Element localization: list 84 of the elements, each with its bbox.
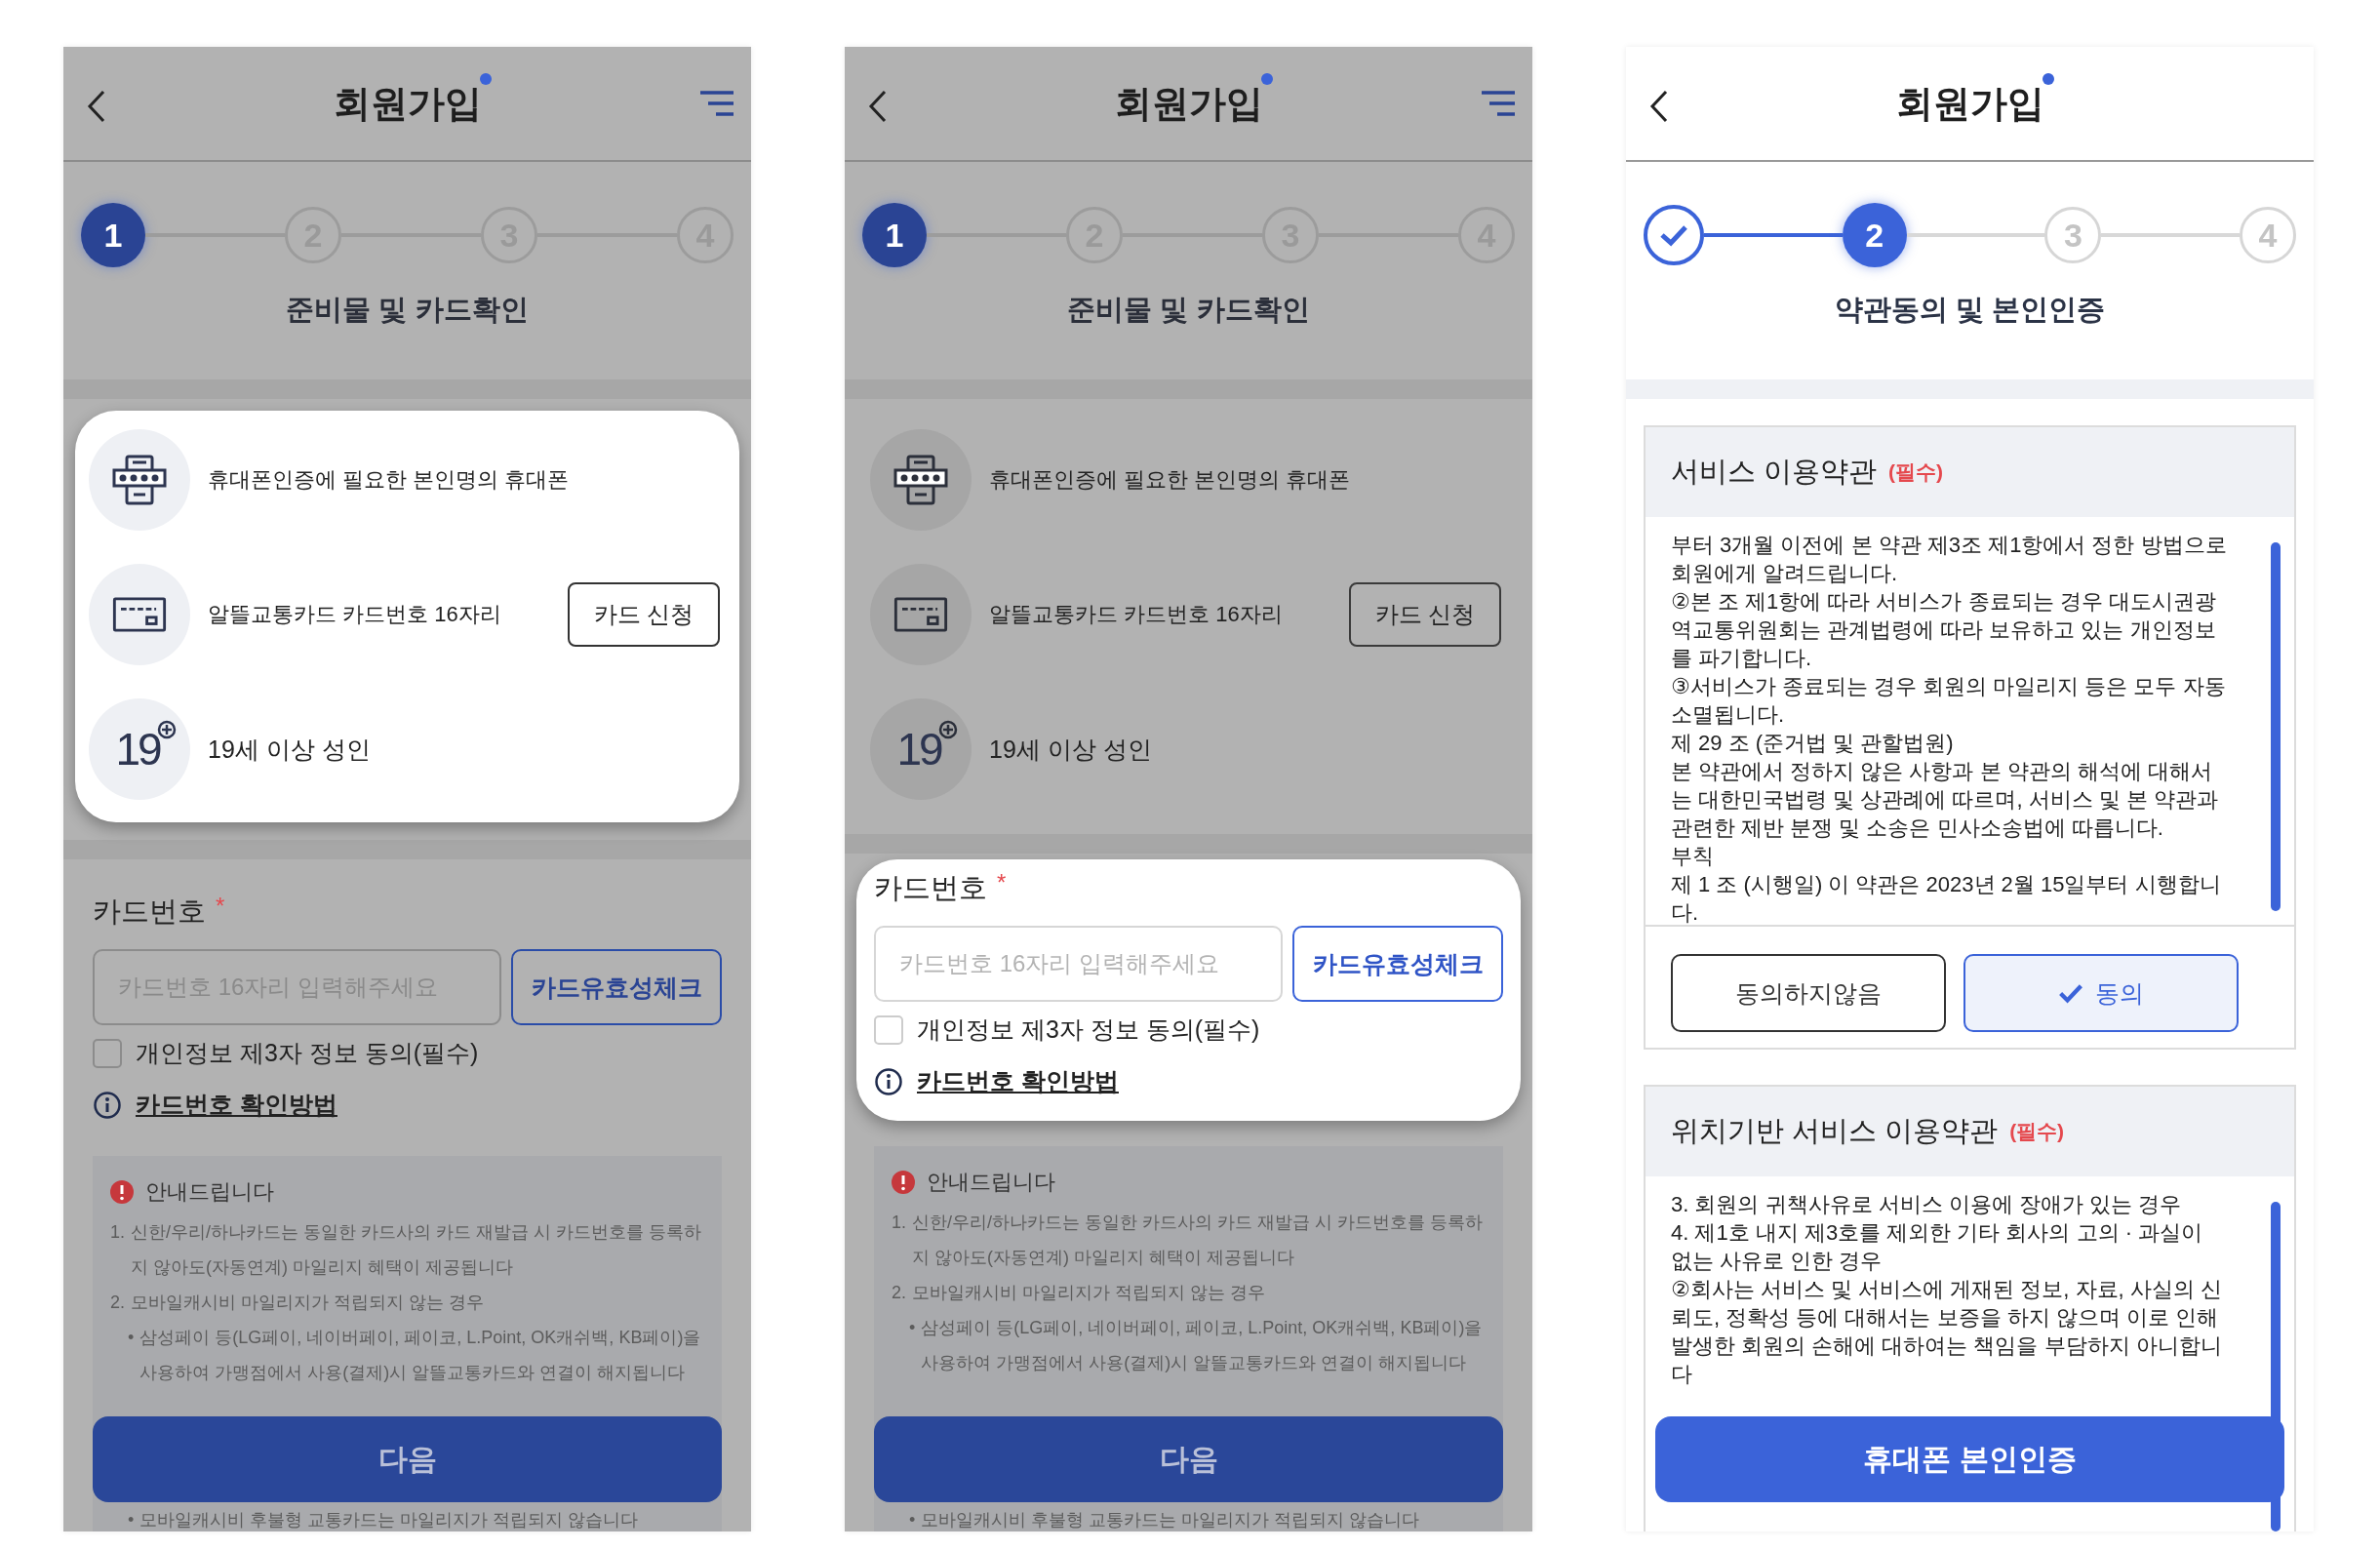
dot-icon: [1260, 72, 1273, 85]
screen-title: 회원가입: [1114, 82, 1263, 124]
notice-text: 모바일캐시비 마일리지가 적립되지 않는 경우: [131, 1292, 485, 1314]
notice-text: 모바일캐시비 후불형 교통카드는 마일리지가 적립되지 않습니다: [139, 1509, 639, 1531]
bullet-mark: •: [128, 1327, 135, 1349]
dot-icon: [2042, 72, 2054, 85]
card-check-button[interactable]: 카드유효성체크: [511, 949, 722, 1025]
terms-text: ②회사는 서비스 및 서비스에 게재된 정보, 자료, 사실의 신뢰도, 정확성 등에 대해서는 보증을 하지 않으며 이로 인해 발생한 회원의 손해에 대하여는 책임을 부담하지 아니합니다: [1671, 1276, 2223, 1388]
step-indicator: 3: [2044, 207, 2102, 263]
next-button[interactable]: 다음: [93, 1416, 722, 1502]
required-tag: (필수): [2009, 1118, 2065, 1145]
agree-button[interactable]: 동의: [1964, 954, 2239, 1032]
help-link[interactable]: 카드번호 확인방법: [136, 1089, 337, 1121]
card-apply-button[interactable]: 카드 신청: [568, 582, 720, 647]
step-indicator: 2: [1842, 203, 1907, 267]
step-title: 준비물 및 카드확인: [286, 293, 529, 327]
requirement-text: 알뜰교통카드 카드번호 16자리: [989, 601, 1284, 628]
info-icon: [93, 1090, 122, 1120]
terms-text: 3. 회원의 귀책사유로 서비스 이용에 장애가 있는 경우: [1671, 1191, 2183, 1218]
back-icon[interactable]: [87, 90, 106, 123]
requirement-text: 19세 이상 성인: [989, 734, 1153, 765]
list-number: 1.: [892, 1212, 906, 1234]
back-icon[interactable]: [868, 90, 888, 123]
menu-icon[interactable]: [1482, 90, 1515, 117]
bullet-mark: •: [909, 1509, 916, 1531]
terms-text: 제 29 조 (준거법 및 관할법원): [1671, 730, 1955, 757]
consent-label: 개인정보 제3자 정보 동의(필수): [917, 1014, 1260, 1045]
next-button[interactable]: 다음: [874, 1416, 1503, 1502]
decline-button[interactable]: 동의하지않음: [1671, 954, 1946, 1032]
step-title: 약관동의 및 본인인증: [1834, 293, 2106, 327]
check-icon: [2058, 982, 2083, 1004]
screen-title: 회원가입: [1895, 82, 2044, 124]
notice-text: 모바일캐시비 후불형 교통카드는 마일리지가 적립되지 않습니다: [921, 1509, 1420, 1531]
list-number: 2.: [110, 1292, 125, 1314]
notice-text: 신한/우리/하나카드는 동일한 카드사의 카드 재발급 시 카드번호를 등록하지 않아도(자동연계) 마일리지 혜택이 제공됩니다: [912, 1212, 1485, 1269]
scrollbar[interactable]: [2271, 542, 2281, 911]
notice-text: 삼성페이 등(LG페이, 네이버페이, 페이코, L.Point, OK캐쉬백, KB페이)을 사용하여 가맹점에서 사용(결제)시 알뜰교통카드와 연결이 해지됩니다: [921, 1317, 1484, 1374]
menu-icon[interactable]: [700, 90, 734, 117]
terms-text: 제 1 조 (시행일) 이 약관은 2023년 2월 15일부터 시행합니다.: [1671, 871, 2222, 927]
card-apply-button[interactable]: 카드 신청: [1349, 582, 1501, 647]
terms-text: 4. 제1호 내지 제3호를 제외한 기타 회사의 고의 · 과실이 없는 사유로 인한 경우: [1671, 1219, 2204, 1275]
age-limit-icon: 19: [870, 698, 972, 800]
terms-text: ②본 조 제1항에 따라 서비스가 종료되는 경우 대도시권광역교통위원회는 관계법령에 따라 보유하고 있는 개인정보를 파기합니다.: [1671, 588, 2217, 672]
field-label: 카드번호: [874, 871, 987, 905]
step-indicator: 1: [862, 203, 927, 267]
terms-text: ③서비스가 종료되는 경우 회원의 마일리지 등은 모두 자동 소멸됩니다.: [1671, 673, 2227, 729]
consent-checkbox[interactable]: [874, 1014, 903, 1045]
bullet-mark: •: [909, 1317, 916, 1339]
screen-title: 회원가입: [333, 82, 482, 124]
help-link[interactable]: 카드번호 확인방법: [917, 1065, 1119, 1097]
bullet-mark: •: [128, 1509, 135, 1531]
terms-text: 부칙: [1671, 843, 1715, 870]
required-mark: *: [997, 869, 1007, 896]
list-number: 2.: [892, 1282, 906, 1304]
requirement-text: 휴대폰인증에 필요한 본인명의 휴대폰: [989, 466, 1352, 494]
notice-text: 모바일캐시비 마일리지가 적립되지 않는 경우: [912, 1282, 1266, 1304]
required-tag: (필수): [1888, 458, 1944, 486]
requirement-text: 휴대폰인증에 필요한 본인명의 휴대폰: [208, 466, 571, 494]
notice-text: 삼성페이 등(LG페이, 네이버페이, 페이코, L.Point, OK캐쉬백, KB페이)을 사용하여 가맹점에서 사용(결제)시 알뜰교통카드와 연결이 해지됩니다: [139, 1327, 702, 1384]
notice-text: 신한/우리/하나카드는 동일한 카드사의 카드 재발급 시 카드번호를 등록하지 않아도(자동연계) 마일리지 혜택이 제공됩니다: [131, 1221, 703, 1279]
terms-text: 부터 3개월 이전에 본 약관 제3조 제1항에서 정한 방법으로 회원에게 알려드립니다.: [1671, 532, 2227, 587]
terms-title: 서비스 이용약관: [1671, 455, 1878, 489]
dot-icon: [479, 72, 492, 85]
list-number: 1.: [110, 1221, 125, 1244]
info-icon: [874, 1066, 903, 1096]
field-label: 카드번호: [93, 895, 206, 929]
notice-title: 안내드립니다: [145, 1178, 274, 1206]
requirement-text: 19세 이상 성인: [208, 734, 372, 765]
alert-icon: [892, 1171, 915, 1194]
notice-title: 안내드립니다: [927, 1169, 1055, 1196]
step-title: 준비물 및 카드확인: [1067, 293, 1310, 327]
age-limit-icon: 19: [89, 698, 190, 800]
terms-text: 본 약관에서 정하지 않은 사항과 본 약관의 해석에 대해서는 대한민국법령 및 상관례에 따르며, 서비스 및 본 약관과 관련한 제반 분쟁 및 소송은 민사소송법에 따릅니다.: [1671, 758, 2219, 842]
terms-title: 위치기반 서비스 이용약관: [1671, 1114, 1999, 1148]
requirement-text: 알뜰교통카드 카드번호 16자리: [208, 601, 502, 628]
phone-verify-button[interactable]: 휴대폰 본인인증: [1655, 1416, 2284, 1502]
card-check-button[interactable]: 카드유효성체크: [1292, 926, 1503, 1002]
consent-label: 개인정보 제3자 정보 동의(필수): [136, 1038, 479, 1068]
required-mark: *: [216, 893, 225, 920]
step-indicator: 1: [81, 203, 145, 267]
consent-checkbox[interactable]: [93, 1038, 122, 1068]
step-indicator: 4: [2240, 207, 2296, 263]
alert-icon: [110, 1180, 134, 1204]
back-icon[interactable]: [1649, 90, 1669, 123]
